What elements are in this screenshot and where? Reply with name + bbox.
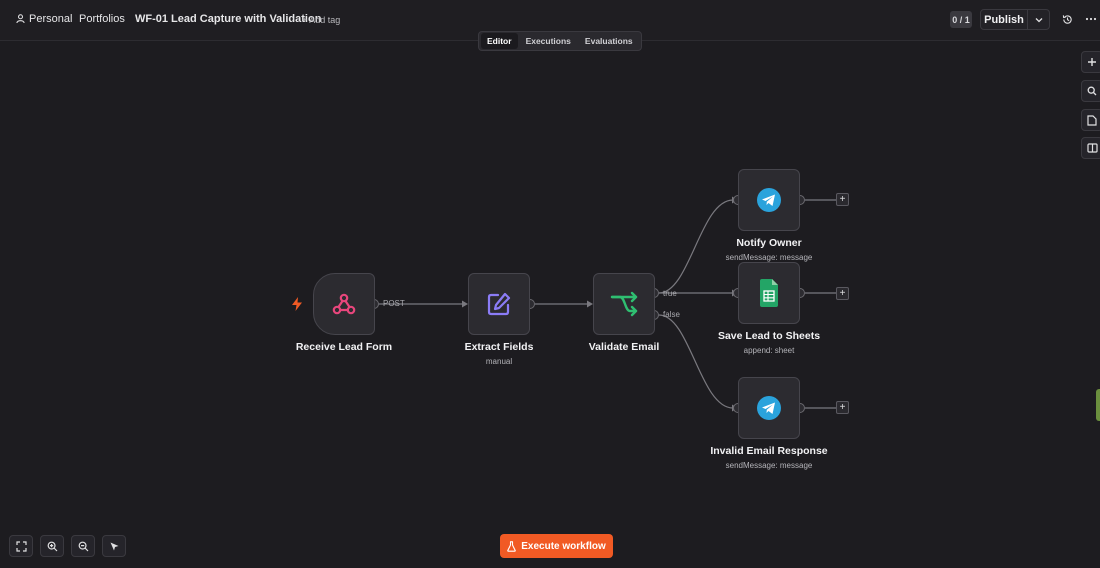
sticky-note-button[interactable]	[1081, 109, 1100, 131]
note-icon	[1087, 114, 1097, 126]
plus-icon	[1088, 58, 1096, 66]
node-title: Invalid Email Response	[710, 445, 828, 457]
add-node-button[interactable]	[1081, 51, 1100, 73]
telegram-icon	[757, 396, 781, 420]
zoom-to-fit-button[interactable]	[9, 535, 33, 557]
wire-label-true: true	[663, 289, 677, 298]
telegram-icon	[757, 188, 781, 212]
wire-label-false: false	[663, 310, 680, 319]
add-node-after-notify-button[interactable]: +	[836, 193, 849, 206]
select-tool-button[interactable]	[102, 535, 126, 557]
zoom-in-button[interactable]	[40, 535, 64, 557]
node-subtitle: append: sheet	[743, 346, 795, 355]
fit-view-icon	[15, 540, 27, 552]
node-extract-fields[interactable]	[468, 273, 530, 335]
node-save-lead-to-sheets[interactable]	[738, 262, 800, 324]
flask-icon	[507, 540, 517, 552]
execute-workflow-button[interactable]: Execute workflow	[500, 534, 613, 558]
node-title: Validate Email	[588, 341, 660, 353]
webhook-icon	[332, 293, 356, 315]
zoom-in-icon	[47, 541, 57, 551]
node-receive-lead-form[interactable]	[313, 273, 375, 335]
zoom-out-icon	[78, 541, 88, 551]
zoom-out-button[interactable]	[71, 535, 95, 557]
toggle-panel-button[interactable]	[1081, 137, 1100, 159]
node-validate-email[interactable]	[593, 273, 655, 335]
wire-label-post: POST	[383, 299, 405, 308]
node-notify-owner[interactable]	[738, 169, 800, 231]
node-title: Extract Fields	[464, 341, 534, 353]
side-panel-handle[interactable]	[1096, 389, 1100, 421]
search-nodes-button[interactable]	[1081, 80, 1100, 102]
node-title: Notify Owner	[736, 237, 802, 249]
google-sheets-icon	[760, 279, 778, 307]
node-subtitle: manual	[485, 357, 513, 366]
node-subtitle: sendMessage: message	[725, 253, 813, 262]
node-subtitle: sendMessage: message	[725, 461, 813, 470]
node-title: Receive Lead Form	[295, 341, 393, 353]
panel-icon	[1086, 143, 1098, 153]
trigger-bolt-icon	[292, 297, 302, 311]
add-node-after-invalid-button[interactable]: +	[836, 401, 849, 414]
execute-workflow-label: Execute workflow	[521, 540, 606, 552]
edit-icon	[487, 292, 511, 316]
if-branch-icon	[610, 291, 638, 317]
workflow-editor: Personal Portfolios WF-01 Lead Capture w…	[0, 0, 1100, 568]
connection-wires	[369, 195, 836, 413]
search-icon	[1087, 86, 1097, 96]
node-invalid-email-response[interactable]	[738, 377, 800, 439]
cursor-icon	[110, 542, 118, 550]
node-title: Save Lead to Sheets	[717, 330, 821, 342]
add-node-after-sheets-button[interactable]: +	[836, 287, 849, 300]
